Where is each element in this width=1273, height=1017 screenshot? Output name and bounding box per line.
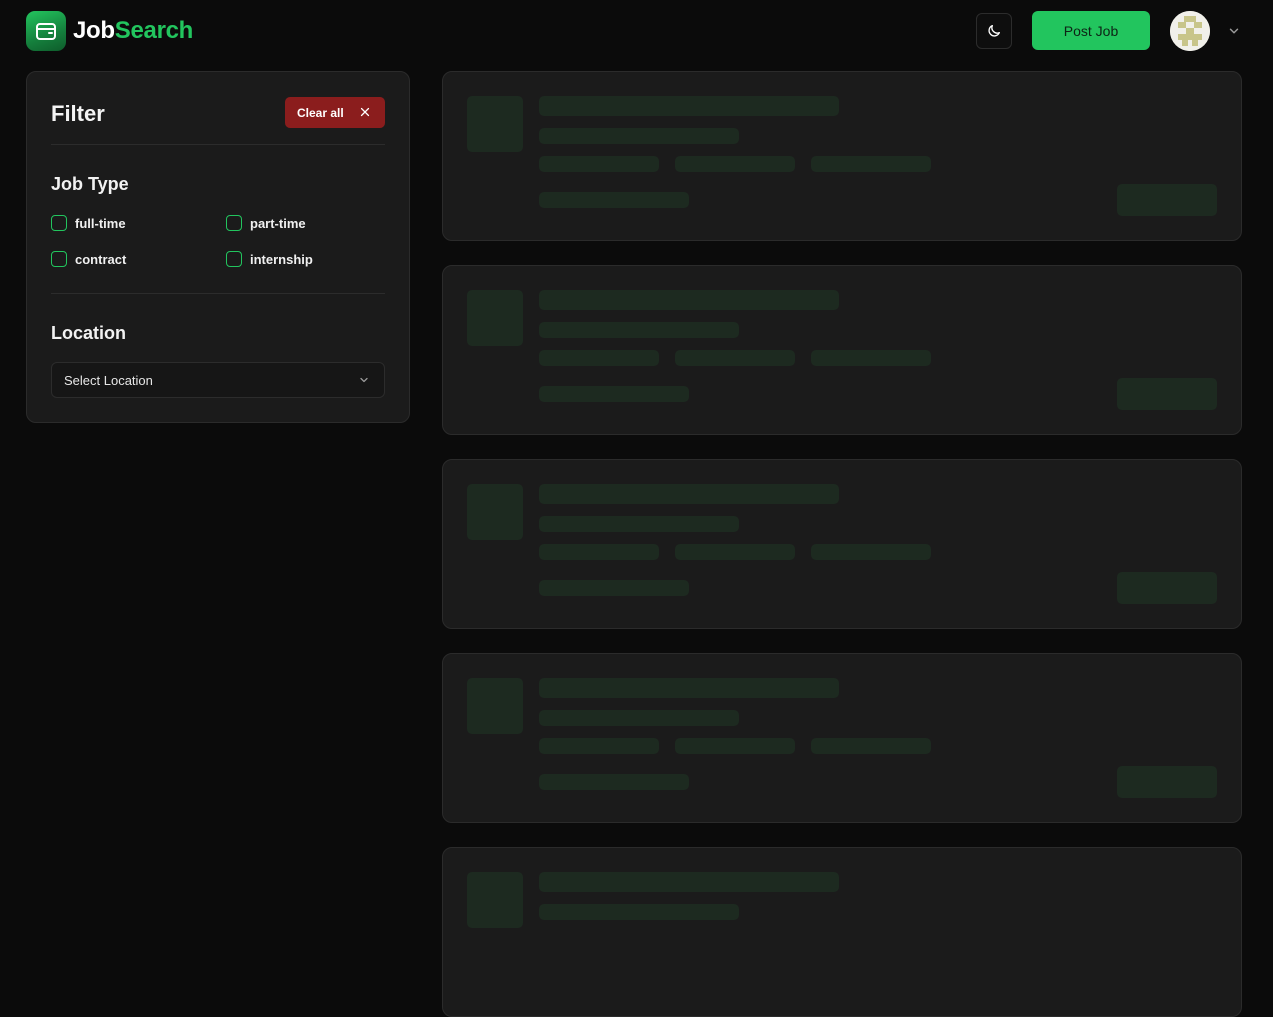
skeleton-company [539,516,739,532]
job-type-checkbox-contract[interactable]: contract [51,251,126,267]
checkbox[interactable] [51,251,67,267]
skeleton-logo [467,290,523,346]
skeleton-tag [675,544,795,560]
wallet-icon [26,11,66,51]
skeleton-tag [675,350,795,366]
moon-icon [988,25,1000,37]
skeleton-tag [811,350,931,366]
job-card-skeleton [442,265,1242,435]
skeleton-company [539,904,739,920]
job-type-title: Job Type [51,174,129,194]
skeleton-meta [539,386,689,402]
skeleton-meta [539,192,689,208]
job-card-skeleton [442,71,1242,241]
location-title: Location [51,323,126,343]
skeleton-tag [675,156,795,172]
skeleton-tag [811,156,931,172]
checkbox[interactable] [51,215,67,231]
location-select[interactable]: Select Location [51,362,385,398]
skeleton-button [1117,378,1217,410]
job-card-skeleton [442,847,1242,1017]
skeleton-title [539,484,839,504]
skeleton-tag [539,350,659,366]
skeleton-title [539,290,839,310]
job-type-checkbox-internship[interactable]: internship [226,251,313,267]
avatar[interactable] [1170,11,1210,51]
skeleton-logo [467,678,523,734]
brand-name: JobSearch [73,17,193,45]
job-card-skeleton [442,459,1242,629]
skeleton-logo [467,96,523,152]
brand-name-part1: Job [73,17,115,44]
skeleton-tag [811,738,931,754]
skeleton-button [1117,766,1217,798]
divider [51,144,385,145]
skeleton-tag [675,738,795,754]
checkbox-label: part-time [250,215,306,231]
skeleton-title [539,872,839,892]
chevron-down-icon[interactable] [1227,24,1241,38]
checkbox[interactable] [226,251,242,267]
job-type-checkbox-full-time[interactable]: full-time [51,215,126,231]
clear-all-label: Clear all [297,105,344,120]
skeleton-tag [539,544,659,560]
skeleton-company [539,322,739,338]
skeleton-tag [539,156,659,172]
skeleton-title [539,678,839,698]
skeleton-button [1117,184,1217,216]
skeleton-company [539,710,739,726]
job-card-skeleton [442,653,1242,823]
skeleton-tag [539,738,659,754]
divider [51,293,385,294]
filter-title: Filter [51,101,105,126]
checkbox-label: full-time [75,215,126,231]
skeleton-meta [539,580,689,596]
post-job-button[interactable]: Post Job [1032,11,1150,50]
location-select-value: Select Location [64,372,153,388]
theme-toggle-button[interactable] [976,13,1012,49]
skeleton-tag [811,544,931,560]
brand-name-part2: Search [114,17,194,44]
brand-logo[interactable]: JobSearch [26,11,193,51]
clear-all-button[interactable]: Clear all [285,97,385,128]
job-type-checkbox-part-time[interactable]: part-time [226,215,306,231]
skeleton-logo [467,872,523,928]
top-header: JobSearch Post Job [0,0,1273,62]
close-icon [360,107,370,117]
skeleton-company [539,128,739,144]
avatar-pattern [1170,11,1210,51]
skeleton-title [539,96,839,116]
checkbox-label: contract [75,251,127,267]
skeleton-button [1117,572,1217,604]
skeleton-logo [467,484,523,540]
chevron-down-icon [360,377,368,383]
filter-panel: Filter Clear all Job Type full-time part… [26,71,410,423]
checkbox-label: internship [250,251,313,267]
skeleton-meta [539,774,689,790]
checkbox[interactable] [226,215,242,231]
